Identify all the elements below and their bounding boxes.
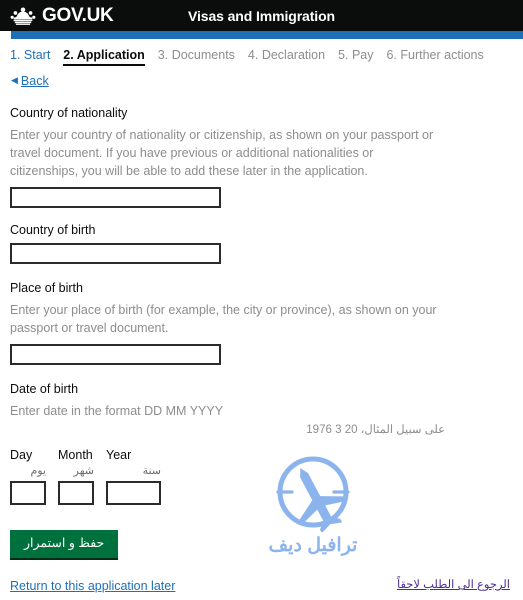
gov-uk-header: GOV.UK Visas and Immigration <box>0 0 523 31</box>
crown-icon <box>10 7 36 25</box>
country-of-nationality-input[interactable] <box>10 187 221 209</box>
back-arrow-icon: ◀ <box>11 74 18 85</box>
save-and-continue-button[interactable]: حفظ و استمرار <box>10 530 119 561</box>
step-6-further-actions[interactable]: 6. Further actions <box>386 48 483 62</box>
year-input[interactable] <box>106 481 161 506</box>
day-label: Day <box>10 448 33 463</box>
gov-uk-wordmark: GOV.UK <box>42 5 114 26</box>
date-part-day: Day يوم <box>10 448 46 506</box>
country-of-nationality-hint: Enter your country of nationality or cit… <box>10 127 434 179</box>
application-page: GOV.UK Visas and Immigration 1. Start 2.… <box>0 0 523 600</box>
step-3-documents[interactable]: 3. Documents <box>158 48 235 62</box>
progress-steps: 1. Start 2. Application 3. Documents 4. … <box>0 39 523 66</box>
country-of-birth-input[interactable] <box>10 243 221 265</box>
date-of-birth-hint-row: Enter date in the format DD MM YYYY على … <box>10 402 513 436</box>
month-label: Month <box>58 448 93 463</box>
place-of-birth-hint: Enter your place of birth (for example, … <box>10 303 437 336</box>
country-of-birth-label: Country of birth <box>10 223 96 238</box>
date-of-birth-label: Date of birth <box>10 382 79 397</box>
year-label-arabic: سنة <box>142 465 161 478</box>
step-5-pay[interactable]: 5. Pay <box>338 48 373 62</box>
step-4-declaration[interactable]: 4. Declaration <box>248 48 325 62</box>
day-label-arabic: يوم <box>30 465 46 478</box>
day-input[interactable] <box>10 481 46 506</box>
date-of-birth-hint: Enter date in the format DD MM YYYY <box>10 404 224 419</box>
back-row: ◀ Back <box>0 66 523 88</box>
date-of-birth-group: Day يوم Month شهر Year سنة <box>10 448 513 506</box>
year-label: Year <box>106 448 132 463</box>
date-part-year: Year سنة <box>106 448 161 506</box>
back-link[interactable]: Back <box>21 74 49 88</box>
header-accent-band <box>11 31 523 39</box>
date-part-month: Month شهر <box>58 448 94 506</box>
month-input[interactable] <box>58 481 94 506</box>
application-form: Country of nationality Enter your countr… <box>0 88 523 595</box>
date-of-birth-example-arabic: على سبيل المثال، 20 3 1976 <box>306 424 445 437</box>
place-of-birth-label: Place of birth <box>10 281 83 296</box>
place-of-birth-input[interactable] <box>10 344 221 366</box>
country-of-nationality-label: Country of nationality <box>10 106 128 120</box>
step-1-start[interactable]: 1. Start <box>10 48 50 62</box>
gov-uk-brand[interactable]: GOV.UK <box>0 5 114 26</box>
month-label-arabic: شهر <box>73 465 94 478</box>
return-to-application-later-link[interactable]: Return to this application later <box>10 579 175 593</box>
step-2-application[interactable]: 2. Application <box>63 48 145 66</box>
